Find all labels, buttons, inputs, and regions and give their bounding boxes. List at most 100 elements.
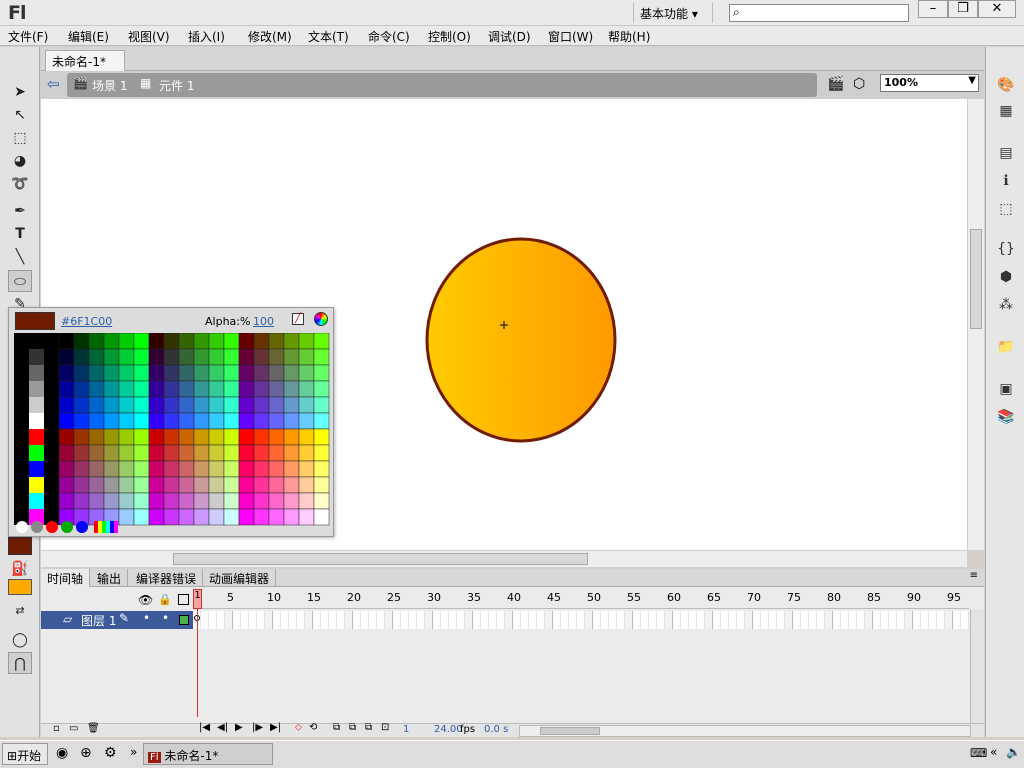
menu-window[interactable]: 窗口(W) — [548, 28, 593, 45]
frame-cell[interactable] — [201, 611, 209, 629]
frame-cell[interactable] — [817, 611, 825, 629]
frame-cell[interactable] — [329, 611, 337, 629]
frame-cell[interactable] — [537, 611, 545, 629]
3d-rotation-tool-icon[interactable]: ◕ — [8, 150, 32, 172]
text-tool-icon[interactable]: T — [8, 223, 32, 245]
frame-cell[interactable] — [361, 611, 369, 629]
frame-cell[interactable] — [353, 611, 361, 629]
frame-cell[interactable] — [937, 611, 945, 629]
frame-cell[interactable] — [505, 611, 513, 629]
vscroll-thumb[interactable] — [970, 229, 982, 329]
new-layer-icon[interactable]: ▫ — [53, 723, 60, 734]
frame-cell[interactable] — [289, 611, 297, 629]
frame-cell[interactable] — [401, 611, 409, 629]
frame-cell[interactable] — [833, 611, 841, 629]
workspace-switcher[interactable]: 基本功能 ▾ — [633, 3, 713, 23]
frame-cell[interactable] — [417, 611, 425, 629]
visibility-dot[interactable]: • — [143, 611, 150, 625]
loop-icon[interactable]: ⟲ — [309, 722, 317, 733]
last-frame-icon[interactable]: ▶| — [270, 722, 281, 733]
menu-file[interactable]: 文件(F) — [8, 28, 48, 45]
volume-icon[interactable]: 🔈 — [1006, 745, 1021, 759]
frame-cell[interactable] — [313, 611, 321, 629]
time-value[interactable]: 0.0 s — [484, 724, 508, 735]
panel-menu-icon[interactable]: ≡ — [970, 570, 978, 581]
edit-multiple-icon[interactable]: ⧉ — [365, 722, 372, 733]
frame-cell[interactable] — [457, 611, 465, 629]
onion-skin-icon[interactable]: ⧉ — [333, 722, 340, 733]
frame-cell[interactable] — [953, 611, 961, 629]
frame-cell[interactable] — [897, 611, 905, 629]
snap-magnet-icon[interactable]: ⋂ — [8, 652, 32, 674]
layer-row[interactable]: ▱ 图层 1 ✎ • • — [41, 611, 193, 629]
close-button[interactable]: ✕ — [978, 0, 1016, 18]
center-frame-icon[interactable]: ⬦ — [295, 722, 302, 733]
onion-outline-icon[interactable]: ⧉ — [349, 722, 356, 733]
transform-panel-icon[interactable]: ⬚ — [996, 201, 1016, 219]
no-color-icon[interactable]: ╱ — [292, 313, 304, 325]
swatches-panel-icon[interactable]: ▦ — [996, 103, 1016, 121]
subselection-tool-icon[interactable]: ↖ — [8, 104, 32, 126]
browser-icon[interactable]: ⊕ — [80, 745, 92, 761]
stage-vertical-scrollbar[interactable] — [967, 99, 984, 550]
frame-cell[interactable] — [881, 611, 889, 629]
hex-value[interactable]: #6F1C00 — [61, 315, 112, 328]
frame-cell[interactable] — [297, 611, 305, 629]
menu-control[interactable]: 控制(O) — [428, 28, 471, 45]
outline-icon[interactable] — [178, 594, 189, 605]
frame-cell[interactable] — [217, 611, 225, 629]
frame-cell[interactable] — [745, 611, 753, 629]
frame-cell[interactable] — [609, 611, 617, 629]
frame-cell[interactable] — [601, 611, 609, 629]
frame-cell[interactable] — [233, 611, 241, 629]
frame-cell[interactable] — [777, 611, 785, 629]
info-panel-icon[interactable]: ℹ — [996, 173, 1016, 191]
object-drawing-icon[interactable]: ◯ — [8, 629, 32, 651]
stage-horizontal-scrollbar[interactable] — [41, 550, 967, 567]
frame-cell[interactable] — [681, 611, 689, 629]
frame-cell[interactable] — [657, 611, 665, 629]
first-frame-icon[interactable]: |◀ — [199, 722, 210, 733]
color-panel-icon[interactable]: 🎨 — [996, 77, 1016, 95]
library-books-icon[interactable]: 📚 — [996, 409, 1016, 427]
edit-symbols-icon[interactable]: ⬡ — [853, 76, 865, 92]
frame-cell[interactable] — [825, 611, 833, 629]
stroke-color-swatch[interactable] — [8, 537, 32, 555]
frame-cell[interactable] — [697, 611, 705, 629]
frame-cell[interactable] — [441, 611, 449, 629]
frame-cell[interactable] — [225, 611, 233, 629]
fps-value[interactable]: 24.00 — [434, 724, 463, 735]
frame-cell[interactable] — [369, 611, 377, 629]
frame-cell[interactable] — [249, 611, 257, 629]
timeline-vscroll[interactable] — [970, 609, 984, 723]
free-transform-tool-icon[interactable]: ⬚ — [8, 127, 32, 149]
frame-cell[interactable] — [913, 611, 921, 629]
frame-cell[interactable] — [337, 611, 345, 629]
media-player-icon[interactable]: ◉ — [56, 745, 68, 761]
frame-cell[interactable] — [561, 611, 569, 629]
frame-cell[interactable] — [801, 611, 809, 629]
frame-cell[interactable] — [393, 611, 401, 629]
menu-edit[interactable]: 编辑(E) — [68, 28, 109, 45]
frame-cell[interactable] — [553, 611, 561, 629]
eye-icon[interactable]: 👁 — [138, 593, 153, 607]
frame-cell[interactable] — [729, 611, 737, 629]
playhead-marker[interactable]: 1 — [193, 589, 202, 609]
frame-cell[interactable] — [377, 611, 385, 629]
minimize-button[interactable]: – — [918, 0, 948, 18]
frame-cell[interactable] — [753, 611, 761, 629]
next-frame-icon[interactable]: |▶ — [252, 722, 263, 733]
layer-color-box[interactable] — [179, 615, 189, 625]
frame-cell[interactable] — [905, 611, 913, 629]
settings-icon[interactable]: ⚙ — [104, 745, 117, 761]
frame-cell[interactable] — [849, 611, 857, 629]
oval-tool-icon[interactable]: ⬭ — [8, 270, 32, 292]
frame-cell[interactable] — [545, 611, 553, 629]
frame-cell[interactable] — [305, 611, 313, 629]
frame-cell[interactable] — [321, 611, 329, 629]
tab-timeline[interactable]: 时间轴 — [41, 569, 91, 587]
quicklaunch-more-icon[interactable]: » — [130, 745, 137, 759]
frame-cell[interactable] — [857, 611, 865, 629]
menu-commands[interactable]: 命令(C) — [368, 28, 410, 45]
search-input[interactable]: ⌕ — [729, 4, 909, 22]
